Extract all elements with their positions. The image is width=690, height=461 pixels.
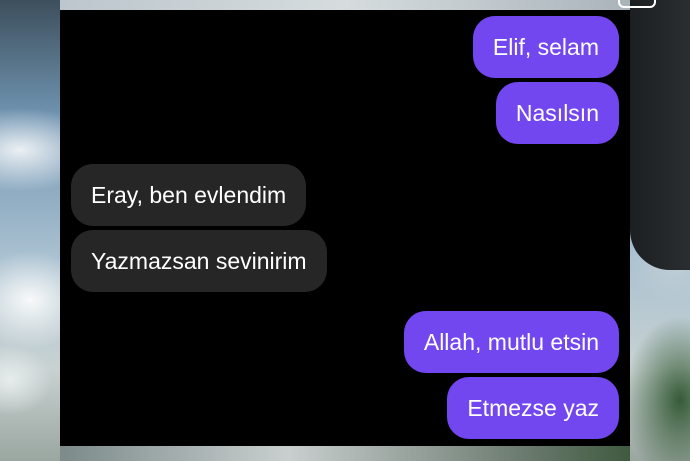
message-bubble-received[interactable]: Eray, ben evlendim — [71, 164, 307, 226]
background-dark-shape — [630, 0, 690, 270]
message-text: Etmezse yaz — [467, 394, 599, 421]
message-text: Allah, mutlu etsin — [423, 328, 599, 355]
message-bubble-sent[interactable]: Allah, mutlu etsin — [403, 311, 619, 373]
message-text: Elif, selam — [492, 33, 599, 60]
message-text: Yazmazsan sevinirim — [91, 247, 307, 274]
message-bubble-received[interactable]: Yazmazsan sevinirim — [71, 230, 327, 292]
message-text: Nasılsın — [515, 99, 599, 126]
message-bubble-sent[interactable]: Nasılsın — [495, 82, 619, 144]
message-bubble-sent[interactable]: Elif, selam — [472, 16, 619, 78]
background-top-strip — [60, 0, 630, 10]
background-bottom-strip — [60, 446, 630, 461]
message-bubble-sent[interactable]: Etmezse yaz — [447, 377, 619, 439]
message-text: Eray, ben evlendim — [91, 181, 287, 208]
rounded-rectangle-icon[interactable] — [618, 0, 656, 8]
chat-screenshot-panel: Elif, selam Nasılsın Eray, ben evlendim … — [60, 10, 630, 446]
